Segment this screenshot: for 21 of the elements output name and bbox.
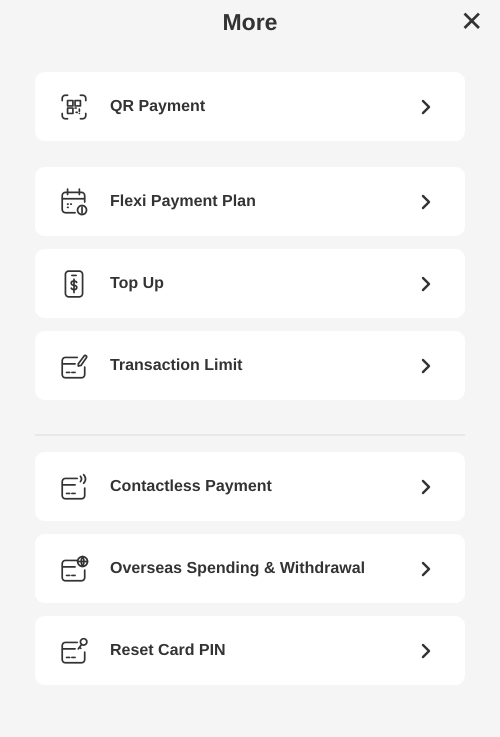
chevron-right-icon <box>421 194 431 210</box>
chevron-right-icon <box>421 478 431 494</box>
chevron-right-icon <box>421 642 431 658</box>
menu-item[interactable]: Contactless Payment <box>35 452 465 521</box>
chevron-right-icon <box>421 358 431 374</box>
menu-item[interactable]: QR Payment <box>35 72 465 141</box>
close-button[interactable]: ✕ <box>456 5 487 39</box>
menu-item[interactable]: Overseas Spending & Withdrawal <box>35 534 465 603</box>
calendar-coin-icon <box>59 186 89 216</box>
card-key-icon <box>59 636 89 666</box>
chevron-right-icon <box>421 98 431 114</box>
page-title: More <box>222 9 278 37</box>
card-globe-icon <box>59 554 89 584</box>
menu-item[interactable]: Transaction Limit <box>35 331 465 400</box>
chevron-right-icon <box>421 276 431 292</box>
menu-item[interactable]: Top Up <box>35 249 465 318</box>
menu-item[interactable]: Reset Card PIN <box>35 616 465 685</box>
chevron-right-icon <box>421 560 431 576</box>
qr-code-icon <box>59 92 89 122</box>
contactless-card-icon <box>59 472 89 502</box>
menu-item[interactable]: Flexi Payment Plan <box>35 167 465 236</box>
